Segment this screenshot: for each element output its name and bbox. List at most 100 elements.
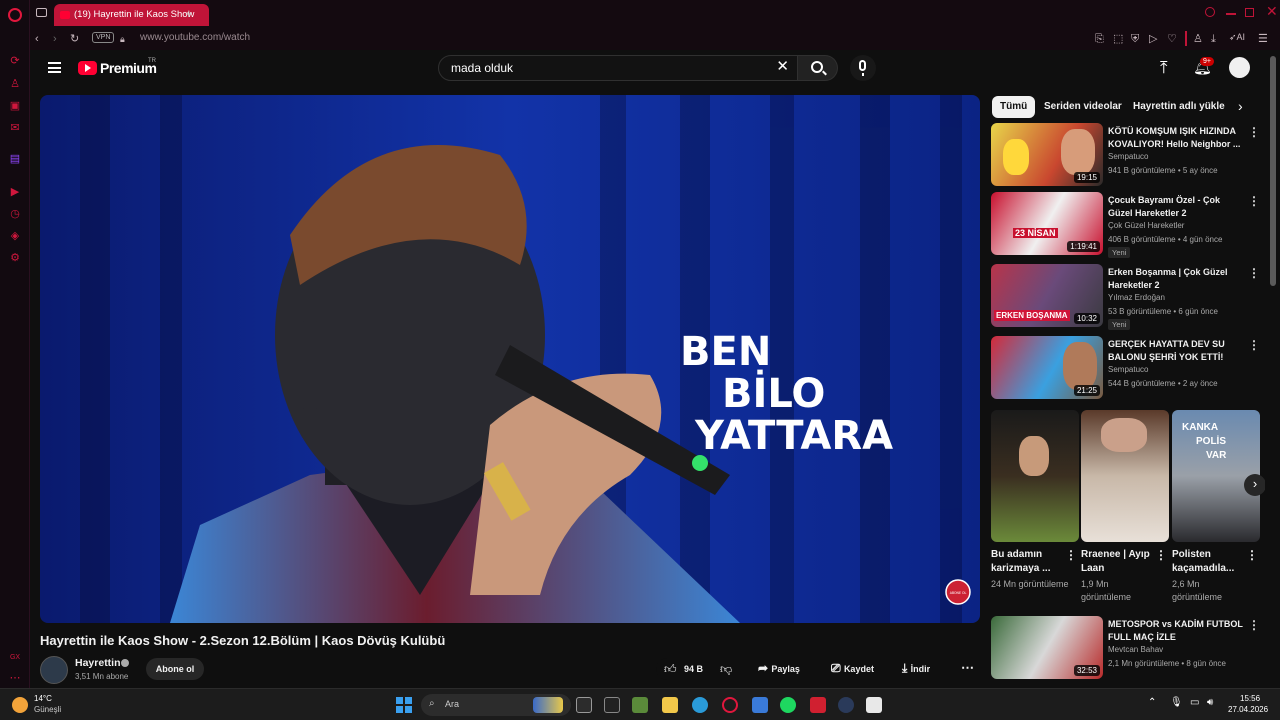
maximize-button[interactable] xyxy=(1245,8,1254,17)
youtube-logo-icon[interactable] xyxy=(78,61,97,75)
heart-icon[interactable]: ♡ xyxy=(1167,32,1177,46)
new-tab-button[interactable]: + xyxy=(185,6,193,21)
spotify-icon[interactable] xyxy=(780,697,796,713)
list-item[interactable]: ERKEN BOŞANMA 10:32 Erken Boşanma | Çok … xyxy=(990,264,1260,330)
short-menu-icon[interactable]: ⋮ xyxy=(1246,548,1258,562)
adblock-icon[interactable]: ⛨ xyxy=(1131,32,1139,46)
video-player[interactable]: BEN BİLO YATTARA ABONE OL xyxy=(40,95,980,623)
search-tabs-icon[interactable] xyxy=(1205,7,1215,17)
item-menu-icon[interactable]: ⋮ xyxy=(1248,267,1260,279)
short-item[interactable]: Bu adamın karizmaya ... 24 Mn görüntülem… xyxy=(991,410,1079,591)
chip-series[interactable]: Seriden videolar xyxy=(1036,96,1130,118)
app-icon[interactable] xyxy=(810,697,826,713)
capcut-icon[interactable] xyxy=(866,697,882,713)
opera-gx-icon[interactable] xyxy=(722,697,738,713)
clock-date[interactable]: 27.04.2026 xyxy=(1228,705,1268,714)
page-scrollbar[interactable] xyxy=(1270,56,1276,286)
short-menu-icon[interactable]: ⋮ xyxy=(1065,548,1077,562)
video-frame: BEN BİLO YATTARA ABONE OL xyxy=(40,95,980,623)
snapshot-icon[interactable]: ⬚ xyxy=(1113,32,1123,46)
subscribe-button[interactable]: Abone ol xyxy=(146,658,204,680)
workspaces-icon[interactable] xyxy=(36,8,47,17)
avatar[interactable] xyxy=(1229,57,1250,78)
settings-icon[interactable]: ⚙ xyxy=(9,252,21,264)
thumbnail[interactable]: 23 NİSAN 1:19:41 xyxy=(991,192,1103,255)
forward-icon[interactable]: › xyxy=(53,32,57,46)
volume-icon[interactable]: 🔊︎ xyxy=(1207,697,1213,708)
more-icon[interactable]: ⋯ xyxy=(9,672,21,684)
network-icon[interactable]: ▭ xyxy=(1190,697,1199,708)
weather-icon[interactable] xyxy=(12,697,28,713)
downloads-icon[interactable]: ⤓ xyxy=(1211,32,1216,46)
start-button[interactable] xyxy=(396,697,412,713)
short-item[interactable]: KANKA POLİS VAR Polisten kaçamadıla... 2… xyxy=(1172,410,1260,604)
steam-icon[interactable] xyxy=(838,697,854,713)
easy-setup-icon[interactable]: ☰ xyxy=(1258,32,1268,46)
short-thumbnail[interactable] xyxy=(991,410,1079,542)
item-menu-icon[interactable]: ⋮ xyxy=(1248,339,1260,351)
thumbnail[interactable]: 32:53 xyxy=(991,616,1103,679)
taskbar-search[interactable]: ⌕ Ara xyxy=(421,694,571,716)
social-icon[interactable]: ♙ xyxy=(9,78,21,90)
thumbnail[interactable]: ERKEN BOŞANMA 10:32 xyxy=(991,264,1103,327)
channel-avatar[interactable] xyxy=(40,656,68,684)
chevron-right-icon[interactable]: › xyxy=(1238,98,1243,114)
messenger-icon[interactable]: ▣ xyxy=(9,100,21,112)
upload-icon[interactable]: ⤒ xyxy=(1160,58,1168,78)
vpn-badge[interactable]: VPN xyxy=(92,32,115,43)
short-item[interactable]: Rraenee | Ayıp Laan 1,9 Mn görüntüleme ⋮ xyxy=(1081,410,1169,604)
edge-icon[interactable] xyxy=(692,697,708,713)
player-icon-2[interactable]: ▷ xyxy=(1149,32,1157,46)
search-button[interactable] xyxy=(798,55,838,81)
aria-button[interactable]: ➶AI xyxy=(1229,32,1245,43)
more-actions-button[interactable]: ⋯ xyxy=(961,660,974,676)
opera-logo-icon[interactable] xyxy=(8,8,22,22)
minecraft-icon[interactable] xyxy=(632,697,648,713)
bookmark-icon[interactable]: ⎘ xyxy=(1095,32,1104,46)
item-menu-icon[interactable]: ⋮ xyxy=(1248,619,1260,631)
short-menu-icon[interactable]: ⋮ xyxy=(1155,548,1167,562)
channel-name[interactable]: Hayrettin xyxy=(75,657,121,669)
list-item[interactable]: 21:25 GERÇEK HAYATTA DEV SU BALONU ŞEHRİ… xyxy=(990,336,1260,402)
item-menu-icon[interactable]: ⋮ xyxy=(1248,195,1260,207)
reload-icon[interactable]: ↻ xyxy=(70,32,79,46)
list-item[interactable]: 23 NİSAN 1:19:41 Çocuk Bayramı Özel - Ço… xyxy=(990,192,1260,258)
chip-uploader[interactable]: Hayrettin adlı yükleyi xyxy=(1125,96,1225,118)
clear-search-icon[interactable]: ✕ xyxy=(776,55,789,79)
history-icon[interactable]: ◷ xyxy=(9,208,21,220)
pinboard-icon[interactable]: ◈ xyxy=(9,230,21,242)
voice-search-button[interactable] xyxy=(850,55,876,81)
minimize-button[interactable] xyxy=(1226,13,1236,15)
profile-icon[interactable]: ♙ xyxy=(1193,32,1203,46)
list-item[interactable]: 32:53 METOSPOR vs KADİM FUTBOL FULL MAÇ … xyxy=(990,616,1260,682)
dislike-button[interactable]: 👎︎ xyxy=(720,662,732,677)
tray-chevron-icon[interactable]: ⌃ xyxy=(1148,697,1156,708)
epic-games-icon[interactable] xyxy=(604,697,620,713)
save-button[interactable]: ⎚ Kaydet xyxy=(831,661,874,676)
like-button[interactable]: 👍︎ 94 B xyxy=(656,658,714,680)
search-input[interactable]: mada olduk ✕ xyxy=(438,55,798,81)
item-menu-icon[interactable]: ⋮ xyxy=(1248,126,1260,138)
clock-time[interactable]: 15:56 xyxy=(1240,694,1260,703)
aria-icon[interactable]: ⟳ xyxy=(9,55,21,67)
mic-tray-icon[interactable]: 🎙︎ xyxy=(1170,697,1183,708)
share-button[interactable]: ➦ Paylaş xyxy=(758,661,800,675)
list-item[interactable]: 19:15 KÖTÜ KOMŞUM IŞIK HIZINDA KOVALIYOR… xyxy=(990,123,1260,189)
store-icon[interactable] xyxy=(752,697,768,713)
task-view-icon[interactable] xyxy=(576,697,592,713)
short-thumbnail[interactable] xyxy=(1081,410,1169,542)
download-button[interactable]: ⤓ İndir xyxy=(902,661,930,676)
gx-icon[interactable]: GX xyxy=(9,652,21,664)
close-window-button[interactable]: ✕ xyxy=(1266,3,1278,20)
player-icon[interactable]: ▶ xyxy=(9,186,21,198)
shorts-next-button[interactable]: › xyxy=(1244,474,1265,496)
back-icon[interactable]: ‹ xyxy=(35,32,39,46)
twitch-icon[interactable]: ▤ xyxy=(9,153,21,165)
thumbnail[interactable]: 19:15 xyxy=(991,123,1103,186)
file-explorer-icon[interactable] xyxy=(662,697,678,713)
menu-icon[interactable] xyxy=(48,62,61,73)
thumbnail[interactable]: 21:25 xyxy=(991,336,1103,399)
url-field[interactable]: www.youtube.com/watch xyxy=(140,32,250,43)
gmail-icon[interactable]: ✉ xyxy=(9,122,21,134)
chip-all[interactable]: Tümü xyxy=(992,96,1036,118)
